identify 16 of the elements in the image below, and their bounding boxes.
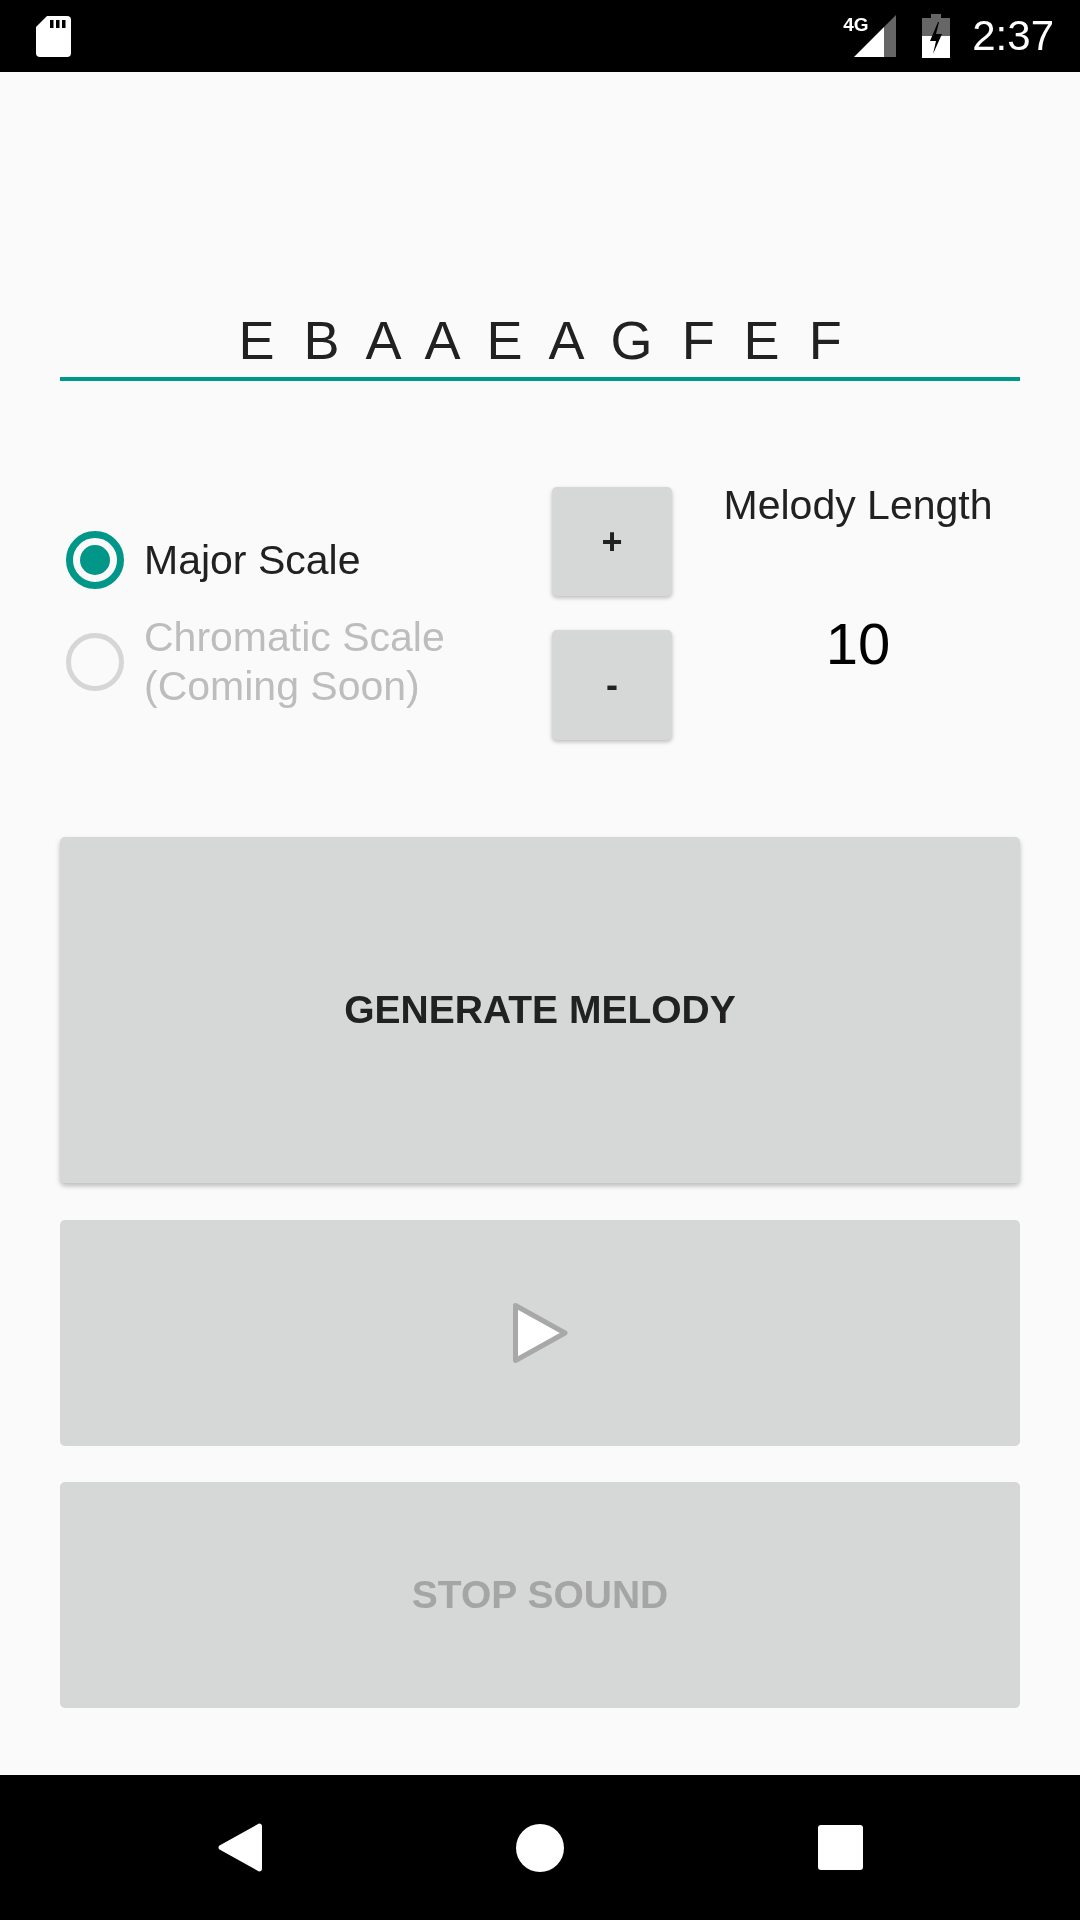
radio-button[interactable]: [66, 531, 124, 589]
melody-length-label: Melody Length: [723, 481, 993, 530]
melody-length-value: 10: [825, 610, 891, 678]
play-icon: [511, 1301, 569, 1365]
radio-label: Chromatic Scale (Coming Soon): [144, 613, 446, 711]
increase-button[interactable]: +: [552, 487, 672, 596]
network-type-label: 4G: [843, 15, 869, 34]
radio-label: Major Scale: [144, 535, 361, 585]
generate-melody-button[interactable]: GENERATE MELODY: [60, 837, 1020, 1183]
battery-charging-icon: [922, 14, 951, 58]
sd-card-icon: [36, 15, 71, 57]
recents-icon[interactable]: [817, 1825, 863, 1870]
back-icon[interactable]: [217, 1823, 262, 1872]
clock-time: 2:37: [972, 15, 1054, 57]
decrease-button[interactable]: -: [552, 630, 672, 740]
melody-field[interactable]: E B A A E A G F E F: [60, 308, 1020, 381]
